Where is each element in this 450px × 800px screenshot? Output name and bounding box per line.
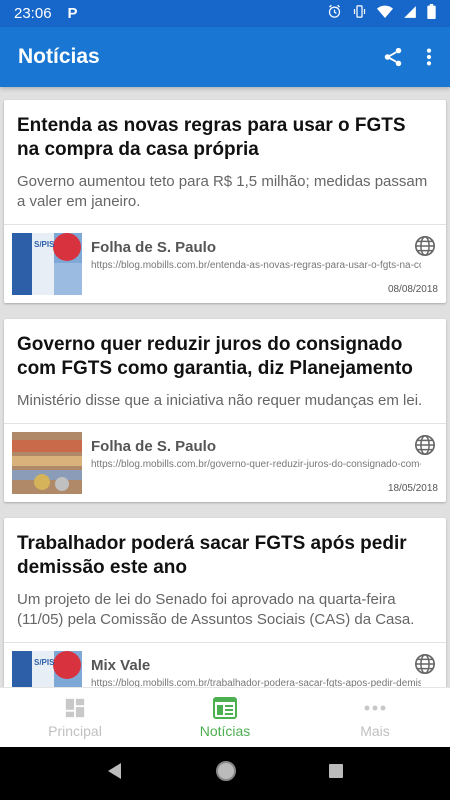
page-title: Notícias — [18, 45, 100, 68]
nav-label: Principal — [48, 723, 102, 739]
signal-icon — [403, 5, 417, 23]
wifi-icon — [377, 5, 393, 23]
overflow-menu-icon[interactable] — [426, 46, 432, 68]
nav-item-principal[interactable]: Principal — [0, 688, 150, 747]
nav-label: Notícias — [199, 723, 251, 739]
news-source: Folha de S. Paulo — [91, 438, 217, 455]
svg-text:S/PIS: S/PIS — [34, 658, 55, 667]
news-thumbnail — [12, 432, 82, 494]
news-thumbnail: S/PIS — [12, 651, 82, 687]
nav-label: Mais — [360, 723, 390, 739]
news-source-row[interactable]: Folha de S. Paulo https://blog.mobills.c… — [4, 424, 446, 502]
news-url[interactable]: https://blog.mobills.com.br/trabalhador-… — [91, 678, 421, 687]
news-source-row[interactable]: S/PIS Folha de S. Paulo https://blog.mob… — [4, 225, 446, 303]
news-icon — [213, 696, 237, 720]
news-summary: Um projeto de lei do Senado foi aprovado… — [17, 591, 415, 628]
share-icon[interactable] — [382, 46, 404, 68]
vibrate-icon — [352, 4, 367, 23]
system-navigation-bar — [0, 747, 450, 800]
app-notification-icon: P — [67, 5, 78, 22]
news-thumbnail: S/PIS — [12, 233, 82, 295]
globe-icon[interactable] — [414, 235, 436, 262]
nav-item-noticias[interactable]: Notícias — [150, 688, 300, 747]
news-source-row[interactable]: S/PIS Mix Vale https://blog.mobills.com.… — [4, 643, 446, 687]
news-url[interactable]: https://blog.mobills.com.br/governo-quer… — [91, 459, 421, 470]
news-card[interactable]: Governo quer reduzir juros do consignado… — [4, 319, 446, 502]
status-icons — [327, 4, 436, 23]
news-title: Entenda as novas regras para usar o FGTS… — [17, 115, 406, 160]
svg-text:S/PIS: S/PIS — [34, 240, 55, 249]
news-summary: Ministério disse que a iniciativa não re… — [17, 392, 423, 409]
bottom-navigation: Principal Notícias Mais — [0, 687, 450, 747]
news-url[interactable]: https://blog.mobills.com.br/entenda-as-n… — [91, 260, 421, 271]
news-title: Trabalhador poderá sacar FGTS após pedir… — [17, 533, 407, 578]
news-title: Governo quer reduzir juros do consignado… — [17, 334, 413, 379]
news-card[interactable]: Entenda as novas regras para usar o FGTS… — [4, 100, 446, 303]
news-source: Folha de S. Paulo — [91, 239, 217, 256]
app-bar: Notícias — [0, 27, 450, 87]
dashboard-icon — [64, 696, 86, 720]
nav-item-mais[interactable]: Mais — [300, 688, 450, 747]
news-date: 18/05/2018 — [387, 483, 438, 494]
recents-icon[interactable] — [328, 763, 344, 784]
globe-icon[interactable] — [414, 434, 436, 461]
home-icon[interactable] — [215, 760, 237, 787]
news-card[interactable]: Trabalhador poderá sacar FGTS após pedir… — [4, 518, 446, 687]
status-time: 23:06 — [14, 5, 52, 22]
news-date: 08/08/2018 — [387, 284, 438, 295]
more-horiz-icon — [364, 696, 386, 720]
battery-icon — [427, 4, 436, 23]
news-summary: Governo aumentou teto para R$ 1,5 milhão… — [17, 173, 428, 210]
news-source: Mix Vale — [91, 657, 151, 674]
back-icon[interactable] — [106, 762, 124, 785]
status-bar: 23:06 P — [0, 0, 450, 27]
globe-icon[interactable] — [414, 653, 436, 680]
alarm-icon — [327, 4, 342, 23]
news-feed[interactable]: Entenda as novas regras para usar o FGTS… — [0, 87, 450, 687]
